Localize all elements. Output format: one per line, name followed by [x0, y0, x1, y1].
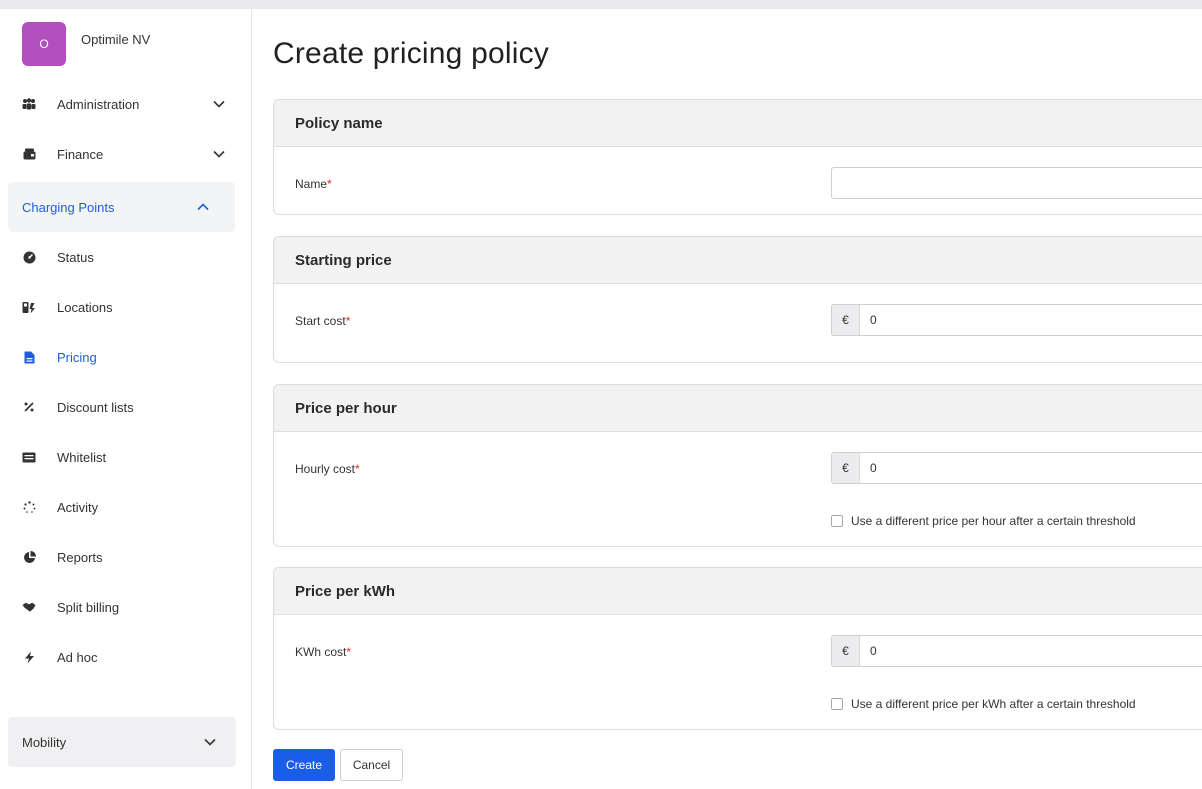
section-body: KWh cost* € 0 Use a different price per …	[274, 615, 1202, 729]
page-title: Create pricing policy	[273, 37, 549, 70]
sidebar-item-label: Reports	[57, 549, 103, 565]
sidebar-item-whitelist[interactable]: Whitelist	[0, 432, 251, 482]
org-name: Optimile NV	[81, 31, 151, 47]
section-starting-price: Starting price Start cost* € 0	[273, 236, 1202, 363]
field-label: Name*	[295, 177, 332, 191]
create-button[interactable]: Create	[273, 749, 335, 781]
start-cost-value: 0	[870, 313, 877, 327]
section-price-per-kwh: Price per kWh KWh cost* € 0 Use a differ…	[273, 567, 1202, 730]
start-cost-input[interactable]: € 0	[831, 304, 1202, 336]
hourly-threshold-option[interactable]: Use a different price per hour after a c…	[831, 514, 1136, 528]
section-body: Name*	[274, 147, 1202, 214]
app: O Optimile NV Administration Finance Cha…	[0, 9, 1202, 789]
checkbox-label: Use a different price per kWh after a ce…	[851, 697, 1136, 711]
kwh-cost-label-text: KWh cost	[295, 645, 347, 659]
section-title: Starting price	[274, 237, 1202, 284]
sidebar-group-label: Charging Points	[22, 199, 115, 215]
sidebar-group-mobility[interactable]: Mobility	[8, 717, 236, 767]
hourly-cost-value: 0	[870, 461, 877, 475]
required-marker: *	[327, 177, 332, 191]
section-price-per-hour: Price per hour Hourly cost* € 0 Use a di…	[273, 384, 1202, 547]
top-strip	[0, 0, 1202, 9]
section-title: Policy name	[274, 100, 1202, 147]
gauge-icon	[22, 250, 36, 264]
sidebar-item-locations[interactable]: Locations	[0, 282, 251, 332]
hourly-cost-input[interactable]: € 0	[831, 452, 1202, 484]
sidebar-item-label: Activity	[57, 499, 99, 515]
required-marker: *	[355, 462, 360, 476]
currency-prefix: €	[832, 453, 860, 483]
sidebar-group-charging-points[interactable]: Charging Points	[8, 182, 235, 232]
bolt-icon	[22, 650, 36, 664]
field-label: Hourly cost*	[295, 462, 360, 476]
required-marker: *	[346, 645, 352, 659]
start-cost-label-text: Start cost	[295, 314, 346, 328]
section-title: Price per hour	[274, 385, 1202, 432]
hourly-cost-label-text: Hourly cost	[295, 462, 356, 476]
section-policy-name: Policy name Name*	[273, 99, 1202, 215]
main-content: Create pricing policy Policy name Name* …	[252, 9, 1202, 789]
sidebar-item-label: Discount lists	[57, 399, 134, 415]
locations-icon	[22, 300, 36, 314]
name-input[interactable]	[831, 167, 1202, 199]
name-label-text: Name	[295, 177, 328, 191]
checkbox-label: Use a different price per hour after a c…	[851, 514, 1136, 528]
chevron-down-icon	[204, 738, 216, 746]
sidebar-item-finance[interactable]: Finance	[0, 129, 251, 179]
currency-prefix: €	[832, 636, 860, 666]
chevron-down-icon	[213, 148, 225, 160]
sidebar-item-reports[interactable]: Reports	[0, 532, 251, 582]
sidebar-item-status[interactable]: Status	[0, 232, 251, 282]
wallet-icon	[22, 147, 36, 161]
field-label: Start cost*	[295, 314, 350, 328]
org-switcher[interactable]: O Optimile NV	[0, 9, 251, 79]
users-icon	[22, 97, 36, 111]
sidebar-item-label: Whitelist	[57, 449, 107, 465]
sidebar-item-label: Finance	[57, 146, 104, 162]
percent-icon	[22, 400, 36, 414]
field-label: KWh cost*	[295, 645, 351, 659]
sidebar-group-label: Mobility	[22, 734, 67, 750]
kwh-threshold-option[interactable]: Use a different price per kWh after a ce…	[831, 697, 1136, 711]
sidebar-item-label: Status	[57, 249, 94, 265]
kwh-threshold-checkbox[interactable]	[831, 698, 843, 710]
sidebar-item-activity[interactable]: Activity	[0, 482, 251, 532]
sidebar-item-label: Split billing	[57, 599, 120, 615]
sidebar: O Optimile NV Administration Finance Cha…	[0, 9, 252, 789]
spinner-icon	[22, 500, 36, 514]
section-body: Start cost* € 0	[274, 284, 1202, 362]
hourly-threshold-checkbox[interactable]	[831, 515, 843, 527]
kwh-cost-value: 0	[870, 644, 877, 658]
document-icon	[22, 350, 36, 364]
sidebar-item-pricing[interactable]: Pricing	[0, 332, 251, 382]
cancel-button[interactable]: Cancel	[340, 749, 403, 781]
kwh-cost-input[interactable]: € 0	[831, 635, 1202, 667]
handshake-icon	[22, 600, 36, 614]
sidebar-item-label: Pricing	[57, 349, 97, 365]
sidebar-item-label: Ad hoc	[57, 649, 98, 665]
list-icon	[22, 450, 36, 464]
sidebar-item-ad-hoc[interactable]: Ad hoc	[0, 632, 251, 682]
chevron-down-icon	[213, 98, 225, 110]
sidebar-item-label: Administration	[57, 96, 140, 112]
sidebar-item-administration[interactable]: Administration	[0, 79, 251, 129]
sidebar-item-discount-lists[interactable]: Discount lists	[0, 382, 251, 432]
pie-chart-icon	[22, 550, 36, 564]
currency-prefix: €	[832, 305, 860, 335]
section-title: Price per kWh	[274, 568, 1202, 615]
sidebar-item-split-billing[interactable]: Split billing	[0, 582, 251, 632]
required-marker: *	[345, 314, 351, 328]
chevron-up-icon	[197, 201, 209, 213]
sidebar-item-label: Locations	[57, 299, 113, 315]
org-avatar: O	[22, 22, 66, 66]
section-body: Hourly cost* € 0 Use a different price p…	[274, 432, 1202, 546]
